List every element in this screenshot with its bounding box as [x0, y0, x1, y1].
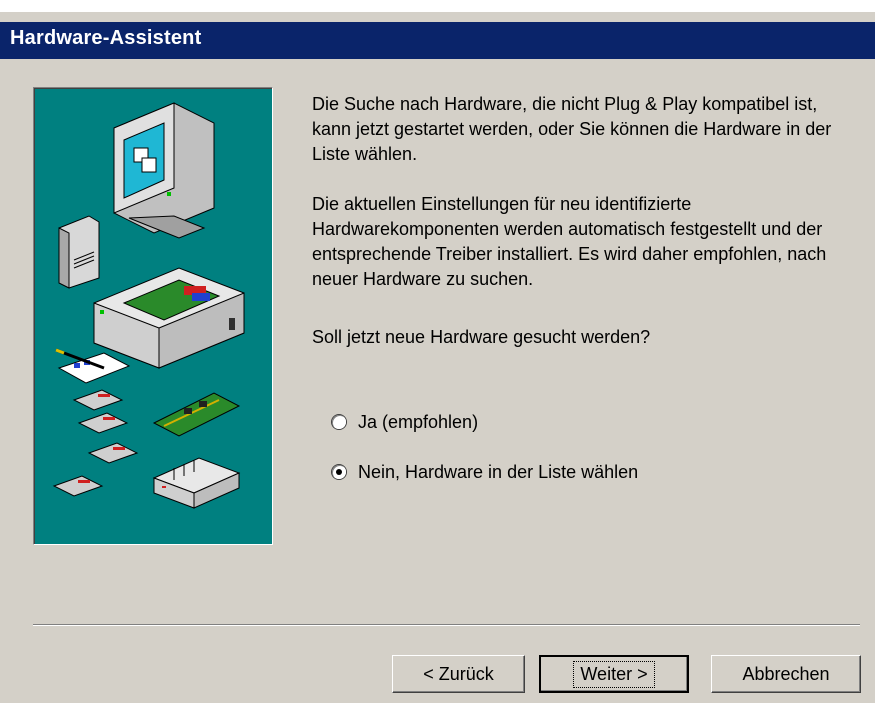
title-bar[interactable]: Hardware-Assistent: [0, 22, 875, 59]
radio-option-no[interactable]: Nein, Hardware in der Liste wählen: [332, 460, 638, 484]
radio-button-yes[interactable]: [332, 415, 346, 429]
back-button[interactable]: < Zurück: [392, 655, 525, 693]
separator-line: [33, 624, 860, 626]
window-title: Hardware-Assistent: [10, 27, 202, 49]
next-button[interactable]: Weiter >: [539, 655, 689, 693]
radio-label-yes: Ja (empfohlen): [358, 411, 479, 432]
next-button-label: Weiter >: [573, 660, 655, 688]
back-button-label: < Zurück: [423, 663, 494, 684]
radio-label-no: Nein, Hardware in der Liste wählen: [358, 461, 639, 482]
info-paragraph: Die aktuellen Einstellungen für neu iden…: [312, 194, 827, 289]
modem-icon: [58, 215, 100, 289]
floppy-disk-icon: [52, 389, 139, 497]
monitor-icon: [113, 102, 215, 239]
hardware-illustration: [52, 102, 245, 509]
cancel-button-label: Abbrechen: [742, 663, 830, 684]
expansion-card-icon: [152, 392, 241, 437]
hub-icon: [152, 457, 241, 509]
hardware-wizard-window: Hardware-Assistent Die Suche nach Hardwa…: [0, 0, 875, 703]
pen-document-icon: [55, 348, 131, 384]
cancel-button[interactable]: Abbrechen: [711, 655, 861, 693]
radio-button-no[interactable]: [332, 465, 346, 479]
intro-paragraph: Die Suche nach Hardware, die nicht Plug …: [312, 94, 832, 164]
radio-option-yes[interactable]: Ja (empfohlen): [332, 410, 478, 434]
radio-selected-dot: [336, 469, 342, 475]
wizard-illustration: [33, 87, 273, 545]
question-text: Soll jetzt neue Hardware gesucht werden?: [312, 327, 651, 347]
computer-case-icon: [93, 267, 245, 369]
